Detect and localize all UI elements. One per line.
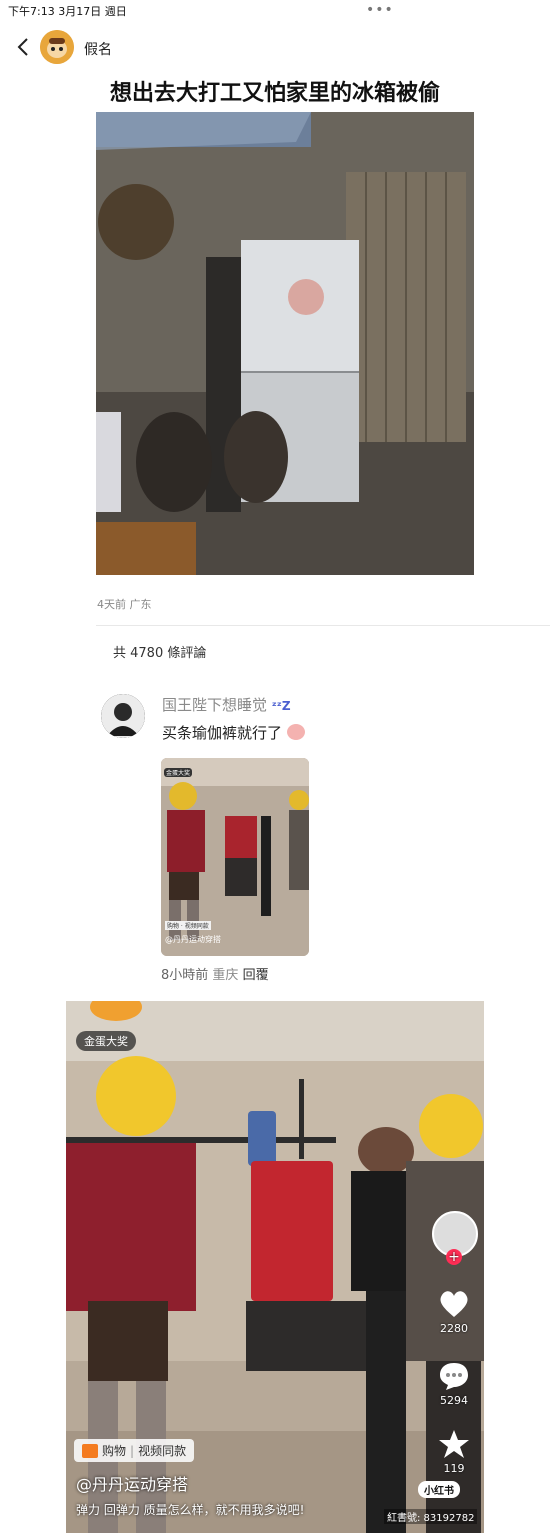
- favorite-button[interactable]: 119: [432, 1429, 476, 1475]
- thumb-author: @丹丹运动穿搭: [165, 935, 221, 944]
- cart-icon: [82, 1443, 98, 1458]
- video-description: 弹力 回弹力 质量怎么样，就不用我多说吧!: [76, 1503, 305, 1517]
- comment-bubble-icon: [440, 1363, 468, 1390]
- thumb-badge: 金蛋大奖: [164, 768, 193, 777]
- heart-icon: [440, 1291, 468, 1317]
- shop-tag[interactable]: 购物 | 视频同款: [74, 1439, 195, 1462]
- comment-meta: 8小時前 重庆 回覆: [161, 968, 269, 983]
- post-image[interactable]: [96, 112, 474, 575]
- comment-button[interactable]: 5294: [432, 1361, 476, 1407]
- comment-text: 买条瑜伽裤就行了: [162, 722, 305, 743]
- watermark: 紅書號: 83192782: [384, 1509, 478, 1524]
- video-author-avatar[interactable]: +: [432, 1211, 478, 1265]
- back-chevron-icon[interactable]: [12, 35, 36, 59]
- author-avatar[interactable]: [40, 30, 74, 64]
- reply-button[interactable]: 回覆: [243, 968, 269, 983]
- follow-plus-icon[interactable]: +: [446, 1249, 462, 1265]
- more-dots-icon[interactable]: •••: [366, 2, 394, 18]
- thumb-shop-label: 购物 · 视频同款: [165, 921, 211, 930]
- sleep-z-icon: ᶻᶻZ: [271, 699, 291, 713]
- video-badge: 金蛋大奖: [76, 1031, 136, 1051]
- divider: [96, 625, 550, 626]
- star-icon: [439, 1430, 469, 1458]
- author-name[interactable]: 假名: [84, 39, 112, 59]
- comment-count: 共 4780 條評論: [113, 646, 207, 661]
- pig-emoji-icon: [286, 724, 305, 740]
- post-meta: 4天前 广东: [97, 598, 152, 611]
- comment-image[interactable]: 金蛋大奖 购物 · 视频同款 @丹丹运动穿搭: [161, 758, 309, 956]
- post-title: 想出去大打工又怕家里的冰箱被偷: [109, 81, 440, 106]
- comment-image-expanded[interactable]: 金蛋大奖 + 2280 5294 119 购物 | 视频同款 @丹丹运动穿搭 弹…: [66, 1001, 484, 1533]
- commenter-avatar[interactable]: [101, 694, 145, 738]
- status-time: 下午7:13 3月17日 週日: [8, 5, 127, 18]
- like-button[interactable]: 2280: [432, 1289, 476, 1335]
- commenter-name[interactable]: 国王陛下想睡觉 ᶻᶻZ: [162, 694, 291, 715]
- video-author[interactable]: @丹丹运动穿搭: [76, 1471, 188, 1495]
- xiaohongshu-logo: 小红书: [418, 1481, 460, 1498]
